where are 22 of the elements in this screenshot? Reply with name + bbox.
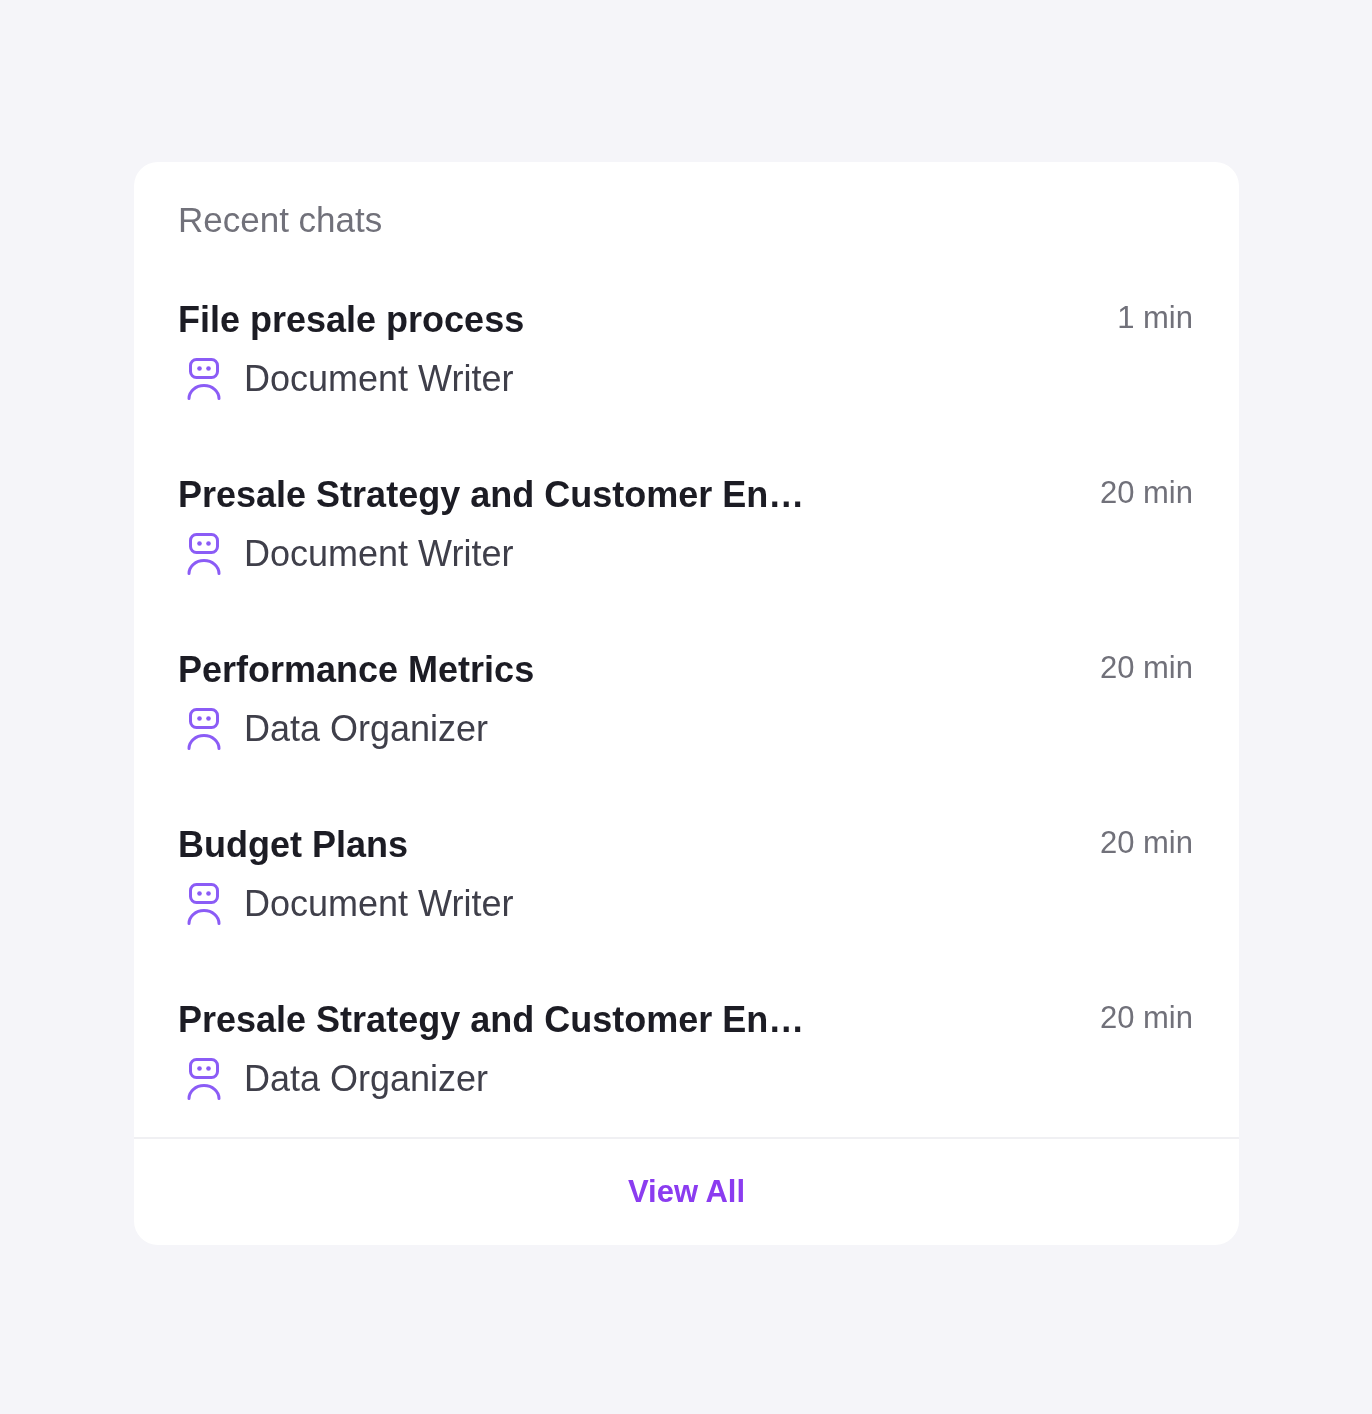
chat-title[interactable]: Performance Metrics: [178, 648, 535, 692]
robot-icon: [186, 1058, 222, 1100]
chat-time: 20 min: [1099, 999, 1193, 1037]
robot-icon: [186, 358, 222, 400]
view-all-link[interactable]: View All: [627, 1168, 746, 1216]
assistant-name: Document Writer: [244, 882, 514, 926]
chat-time: 1 min: [1117, 299, 1193, 337]
robot-icon: [186, 883, 222, 925]
assistant-name: Document Writer: [244, 532, 514, 576]
assistant-name: Document Writer: [244, 357, 514, 401]
chat-title[interactable]: Budget Plans: [178, 823, 409, 867]
chat-time: 20 min: [1099, 649, 1193, 687]
assistant-name: Data Organizer: [244, 1057, 489, 1101]
chat-time: 20 min: [1099, 824, 1193, 862]
chat-title[interactable]: File presale process: [178, 298, 525, 342]
assistant-name: Data Organizer: [244, 707, 489, 751]
robot-icon: [186, 533, 222, 575]
section-title: Recent chats: [178, 199, 383, 241]
chat-title[interactable]: Presale Strategy and Customer En…: [178, 998, 805, 1042]
robot-icon: [186, 708, 222, 750]
chat-time: 20 min: [1099, 474, 1193, 512]
chat-title[interactable]: Presale Strategy and Customer En…: [178, 473, 805, 517]
